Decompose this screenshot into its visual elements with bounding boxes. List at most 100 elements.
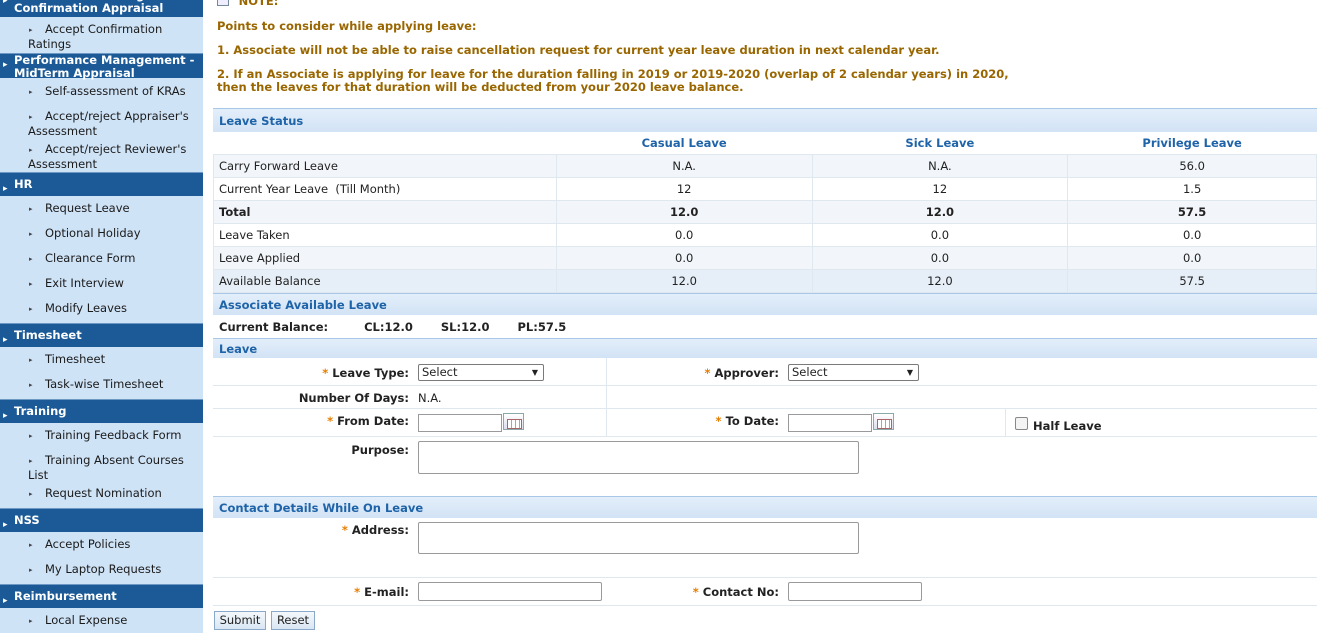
- table-row: Leave Taken 0.0 0.0 0.0: [213, 223, 1317, 247]
- address-textarea[interactable]: [418, 522, 859, 554]
- leave-type-value: Select: [422, 365, 458, 379]
- sidebar-item-modify-leaves[interactable]: ▸ Modify Leaves: [0, 301, 203, 316]
- main-content: NOTE: Points to consider while applying …: [203, 0, 1317, 633]
- purpose-textarea[interactable]: [418, 441, 859, 474]
- sidebar-item-label: Request Leave: [45, 201, 130, 215]
- sidebar-item-exit-interview[interactable]: ▸ Exit Interview: [0, 276, 203, 291]
- sidebar-item-clearance-form[interactable]: ▸ Clearance Form: [0, 251, 203, 266]
- sidebar-item-label: My Laptop Requests: [45, 562, 162, 576]
- submit-button[interactable]: Submit: [214, 611, 266, 630]
- sidebar-item-label: Modify Leaves: [45, 301, 127, 315]
- from-date-input[interactable]: [418, 414, 502, 432]
- sidebar-item-local-expense[interactable]: ▸ Local Expense: [0, 613, 203, 628]
- sidebar-item-training-absent[interactable]: ▸ Training Absent Courses List: [0, 453, 203, 483]
- row-label: Leave Taken: [213, 223, 557, 247]
- divider: [1005, 408, 1006, 436]
- address-label-text: Address:: [351, 523, 409, 537]
- half-leave-checkbox[interactable]: [1015, 417, 1028, 430]
- sidebar-item-label: Training Absent Courses List: [28, 453, 184, 482]
- sidebar-section-reimbursement[interactable]: ▸ Reimbursement: [0, 584, 203, 608]
- sidebar-item-timesheet[interactable]: ▸ Timesheet: [0, 352, 203, 367]
- note-header: NOTE:: [217, 0, 279, 8]
- to-date-input[interactable]: [788, 414, 872, 432]
- approver-select[interactable]: Select ▼: [788, 364, 919, 381]
- sidebar-item-label: Request Nomination: [45, 486, 162, 500]
- table-cell: 12.0: [555, 200, 813, 224]
- sidebar-item-request-leave[interactable]: ▸ Request Leave: [0, 201, 203, 216]
- sidebar-item-accept-confirmation-ratings[interactable]: ▸ Accept Confirmation Ratings: [0, 22, 203, 52]
- calendar-icon[interactable]: [873, 413, 894, 430]
- dropdown-arrow-icon: ▼: [531, 368, 538, 377]
- leave-type-select[interactable]: Select ▼: [418, 364, 544, 381]
- table-cell: 0.0: [555, 223, 813, 247]
- leave-header: Leave: [213, 338, 1317, 358]
- chevron-right-icon: ▸: [3, 519, 8, 530]
- bullet-arrow-icon: ▸: [29, 381, 33, 389]
- calendar-icon[interactable]: [503, 413, 524, 430]
- half-leave-label: Half Leave: [1033, 419, 1102, 433]
- table-row: Leave Applied 0.0 0.0 0.0: [213, 246, 1317, 270]
- sidebar-item-label: Accept Policies: [45, 537, 131, 551]
- divider: [606, 358, 607, 436]
- table-cell: 12.0: [555, 269, 813, 293]
- approver-value: Select: [792, 365, 828, 379]
- bullet-arrow-icon: ▸: [29, 113, 33, 121]
- sidebar-section-confirmation-appraisal[interactable]: ▸ Performance Management - Confirmation …: [0, 0, 203, 17]
- sidebar-item-accept-reviewer[interactable]: ▸ Accept/reject Reviewer's Assessment: [0, 142, 203, 172]
- sidebar-section-midterm-appraisal[interactable]: ▸ Performance Management - MidTerm Appra…: [0, 53, 203, 80]
- sidebar-item-training-feedback[interactable]: ▸ Training Feedback Form: [0, 428, 203, 443]
- sidebar-item-label: Exit Interview: [45, 276, 124, 290]
- bullet-arrow-icon: ▸: [29, 432, 33, 440]
- sidebar-item-label: Local Expense: [45, 613, 128, 627]
- bullet-arrow-icon: ▸: [29, 566, 33, 574]
- sidebar-section-title: HR: [14, 177, 33, 191]
- bullet-arrow-icon: ▸: [29, 255, 33, 263]
- leave-type-label: * Leave Type:: [213, 366, 409, 380]
- table-cell: 12.0: [811, 269, 1069, 293]
- required-mark: *: [354, 585, 361, 599]
- reset-button[interactable]: Reset: [271, 611, 315, 630]
- row-label: Current Year Leave (Till Month): [213, 177, 557, 201]
- sidebar-section-title: Performance Management - MidTerm Apprais…: [14, 53, 195, 80]
- sidebar-item-self-assessment[interactable]: ▸ Self-assessment of KRAs: [0, 84, 203, 99]
- table-cell: 12: [555, 177, 813, 201]
- sidebar-item-request-nomination[interactable]: ▸ Request Nomination: [0, 486, 203, 501]
- sidebar-section-nss[interactable]: ▸ NSS: [0, 508, 203, 532]
- table-cell: 0.0: [811, 223, 1069, 247]
- table-cell: 57.5: [1067, 200, 1317, 224]
- sidebar-section-hr[interactable]: ▸ HR: [0, 172, 203, 196]
- note-heading: Points to consider while applying leave:: [217, 19, 477, 33]
- table-cell: 0.0: [555, 246, 813, 270]
- pl-balance: PL:57.5: [517, 320, 567, 334]
- sidebar-item-optional-holiday[interactable]: ▸ Optional Holiday: [0, 226, 203, 241]
- divider: [213, 408, 1317, 409]
- sidebar-section-training[interactable]: ▸ Training: [0, 399, 203, 423]
- note-label: NOTE:: [238, 0, 279, 8]
- required-mark: *: [715, 414, 722, 428]
- chevron-right-icon: ▸: [3, 0, 8, 6]
- sidebar-item-laptop-requests[interactable]: ▸ My Laptop Requests: [0, 562, 203, 577]
- sidebar-item-accept-policies[interactable]: ▸ Accept Policies: [0, 537, 203, 552]
- address-label: * Address:: [213, 523, 409, 537]
- table-cell: 0.0: [1067, 223, 1317, 247]
- approver-label: * Approver:: [623, 366, 779, 380]
- email-label-text: E-mail:: [364, 585, 409, 599]
- contact-details-header: Contact Details While On Leave: [213, 496, 1317, 518]
- chevron-right-icon: ▸: [3, 183, 8, 194]
- sidebar-section-timesheet[interactable]: ▸ Timesheet: [0, 323, 203, 347]
- sidebar-item-accept-appraiser[interactable]: ▸ Accept/reject Appraiser's Assessment: [0, 109, 203, 139]
- chevron-right-icon: ▸: [3, 595, 8, 606]
- bullet-arrow-icon: ▸: [29, 146, 33, 154]
- approver-label-text: Approver:: [714, 366, 779, 380]
- current-balance-row: Current Balance: CL:12.0 SL:12.0 PL:57.5: [219, 320, 566, 334]
- table-row: Carry Forward Leave N.A. N.A. 56.0: [213, 154, 1317, 178]
- email-input[interactable]: [418, 582, 602, 601]
- required-mark: *: [327, 414, 334, 428]
- sidebar-item-task-wise-timesheet[interactable]: ▸ Task-wise Timesheet: [0, 377, 203, 392]
- chevron-right-icon: ▸: [3, 334, 8, 345]
- contact-no-input[interactable]: [788, 582, 922, 601]
- sidebar-section-title: Timesheet: [14, 328, 82, 342]
- current-balance-label: Current Balance:: [219, 320, 329, 334]
- table-header-row: Casual Leave Sick Leave Privilege Leave: [214, 132, 1317, 155]
- table-cell: 57.5: [1067, 269, 1317, 293]
